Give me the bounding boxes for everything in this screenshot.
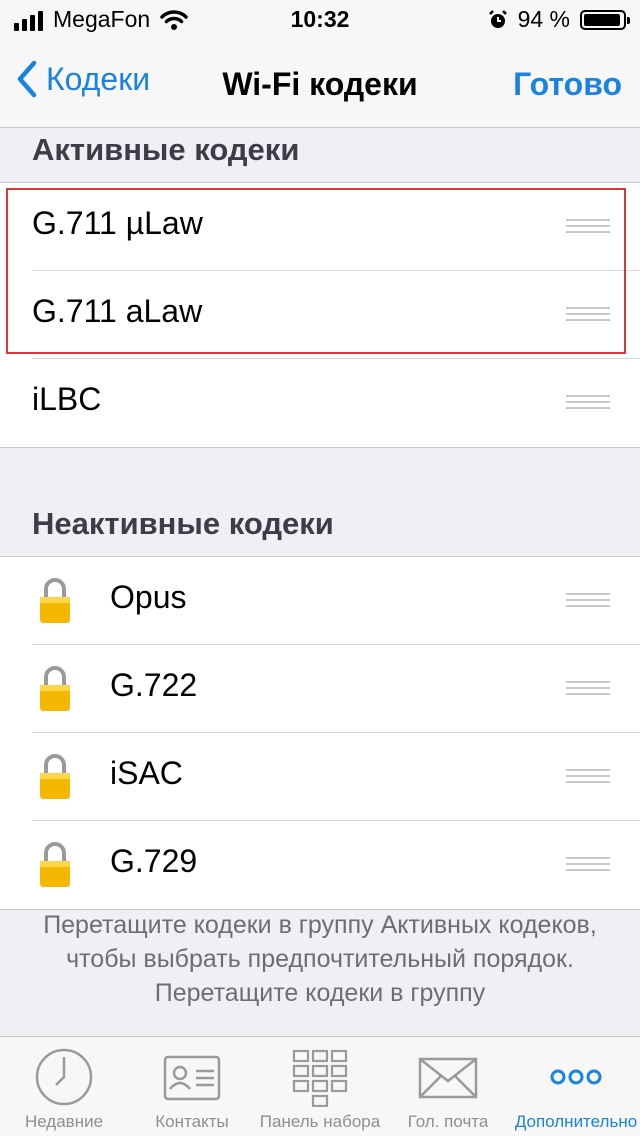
tab-label: Панель набора bbox=[259, 1112, 381, 1131]
tab-label: Дополнительно bbox=[514, 1112, 638, 1131]
list-item[interactable]: G.722 bbox=[0, 645, 640, 733]
envelope-icon bbox=[418, 1057, 478, 1099]
keypad-icon bbox=[292, 1049, 348, 1107]
clock-icon bbox=[35, 1048, 93, 1106]
list-item[interactable]: iLBC bbox=[0, 359, 640, 447]
codec-label: G.722 bbox=[110, 667, 198, 703]
lock-icon bbox=[40, 666, 70, 711]
list-item[interactable]: G.729 bbox=[0, 821, 640, 909]
drag-handle-icon[interactable] bbox=[566, 681, 610, 697]
status-bar: MegaFon 10:32 94 % bbox=[0, 0, 640, 40]
list-item[interactable]: Opus bbox=[0, 557, 640, 645]
tab-recents[interactable]: Недавние bbox=[0, 1037, 128, 1136]
battery-icon bbox=[580, 9, 630, 30]
done-button[interactable]: Готово bbox=[513, 66, 622, 103]
drag-handle-icon[interactable] bbox=[566, 769, 610, 785]
lock-icon bbox=[40, 842, 70, 887]
contact-card-icon bbox=[163, 1055, 221, 1101]
tab-voicemail[interactable]: Гол. почта bbox=[384, 1037, 512, 1136]
codec-label: iLBC bbox=[32, 381, 102, 417]
lock-icon bbox=[40, 754, 70, 799]
tab-label: Недавние bbox=[24, 1112, 104, 1131]
status-right: 94 % bbox=[488, 6, 630, 33]
active-codecs-header: Активные кодеки bbox=[32, 132, 300, 167]
battery-percent: 94 % bbox=[517, 6, 570, 32]
list-item[interactable]: iSAC bbox=[0, 733, 640, 821]
tab-keypad[interactable]: Панель набора bbox=[256, 1037, 384, 1136]
highlight-box bbox=[6, 188, 626, 354]
lock-icon bbox=[40, 578, 70, 623]
tab-label: Контакты bbox=[155, 1112, 229, 1131]
navigation-bar: Кодеки Wi-Fi кодеки Готово bbox=[0, 40, 640, 128]
tab-bar: Недавние Контакты Панель набора Гол. поч… bbox=[0, 1036, 640, 1136]
inactive-codecs-header: Неактивные кодеки bbox=[32, 506, 334, 541]
tab-label: Гол. почта bbox=[407, 1112, 489, 1131]
drag-handle-icon[interactable] bbox=[566, 857, 610, 873]
tab-contacts[interactable]: Контакты bbox=[128, 1037, 256, 1136]
alarm-icon bbox=[488, 9, 507, 28]
codec-label: iSAC bbox=[110, 755, 183, 791]
more-icon bbox=[550, 1069, 602, 1085]
tab-more[interactable]: Дополнительно bbox=[512, 1037, 640, 1136]
inactive-codecs-list: Opus G.722 iSAC G.729 bbox=[0, 556, 640, 910]
codec-label: Opus bbox=[110, 579, 187, 615]
drag-handle-icon[interactable] bbox=[566, 593, 610, 609]
codec-label: G.729 bbox=[110, 843, 198, 879]
drag-handle-icon[interactable] bbox=[566, 395, 610, 411]
footer-hint: Перетащите кодеки в группу Активных коде… bbox=[43, 911, 597, 1007]
